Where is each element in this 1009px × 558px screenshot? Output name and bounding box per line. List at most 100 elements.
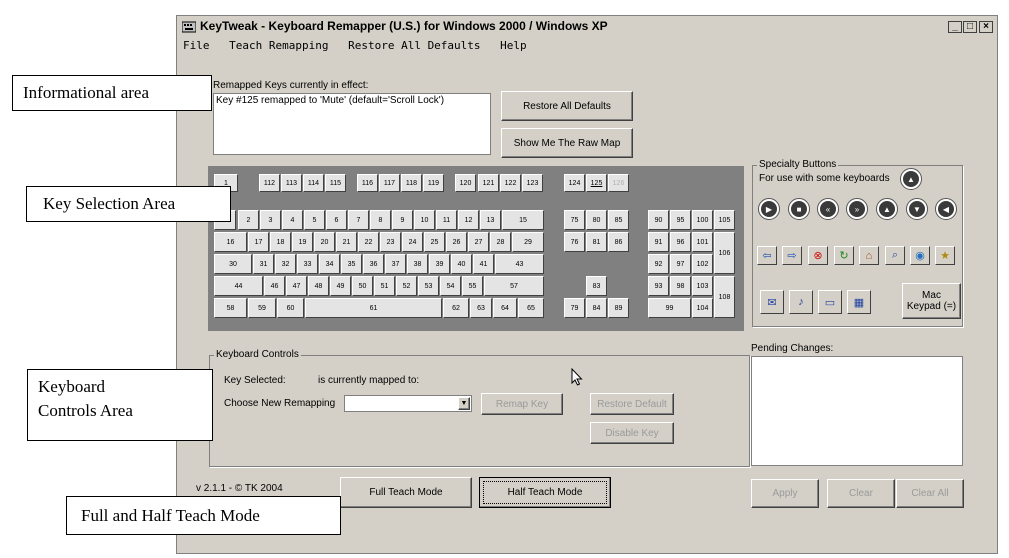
media-icon[interactable]: ♪ [789, 290, 813, 314]
key-35[interactable]: 35 [341, 254, 362, 274]
key-11[interactable]: 11 [436, 210, 457, 230]
key-95[interactable]: 95 [670, 210, 691, 230]
favorites-folder-icon[interactable]: ★ [935, 246, 955, 265]
menu-teach-remapping[interactable]: Teach Remapping [229, 39, 328, 52]
key-114[interactable]: 114 [303, 174, 324, 192]
key-101[interactable]: 101 [692, 232, 713, 252]
key-5[interactable]: 5 [304, 210, 325, 230]
disable-key-button[interactable]: Disable Key [590, 422, 674, 444]
key-99[interactable]: 99 [648, 298, 691, 318]
play-icon[interactable]: ▶ [758, 198, 780, 220]
key-27[interactable]: 27 [468, 232, 489, 252]
key-89[interactable]: 89 [608, 298, 629, 318]
key-37[interactable]: 37 [385, 254, 406, 274]
key-57[interactable]: 57 [484, 276, 544, 296]
browser-back-icon[interactable]: ⇦ [757, 246, 777, 265]
key-105[interactable]: 105 [714, 210, 735, 230]
key-117[interactable]: 117 [379, 174, 400, 192]
mac-keypad-button[interactable]: Mac Keypad (=) [902, 283, 961, 319]
key-21[interactable]: 21 [336, 232, 357, 252]
key-121[interactable]: 121 [478, 174, 499, 192]
key-31[interactable]: 31 [253, 254, 274, 274]
browser-stop-icon[interactable]: ⊗ [808, 246, 828, 265]
remapped-entry[interactable]: Key #125 remapped to 'Mute' (default='Sc… [216, 95, 444, 106]
key-79[interactable]: 79 [564, 298, 585, 318]
key-116[interactable]: 116 [357, 174, 378, 192]
volume-down-icon[interactable]: ▼ [906, 198, 928, 220]
browser-home-icon[interactable]: ⌂ [859, 246, 879, 265]
key-76[interactable]: 76 [564, 232, 585, 252]
key-58[interactable]: 58 [214, 298, 247, 318]
key-113[interactable]: 113 [281, 174, 302, 192]
key-120[interactable]: 120 [455, 174, 476, 192]
key-15[interactable]: 15 [502, 210, 544, 230]
chevron-down-icon[interactable]: ▼ [458, 397, 470, 410]
key-122[interactable]: 122 [500, 174, 521, 192]
half-teach-mode-button[interactable]: Half Teach Mode [479, 477, 611, 508]
key-124[interactable]: 124 [564, 174, 585, 192]
key-112[interactable]: 112 [259, 174, 280, 192]
key-108[interactable]: 108 [714, 276, 735, 318]
key-115[interactable]: 115 [325, 174, 346, 192]
minimize-button[interactable]: _ [948, 21, 962, 33]
key-19[interactable]: 19 [292, 232, 313, 252]
apply-button[interactable]: Apply [751, 479, 819, 508]
key-12[interactable]: 12 [458, 210, 479, 230]
key-40[interactable]: 40 [451, 254, 472, 274]
key-17[interactable]: 17 [248, 232, 269, 252]
next-track-icon[interactable]: » [846, 198, 868, 220]
key-26[interactable]: 26 [446, 232, 467, 252]
key-126[interactable]: 126 [608, 174, 629, 192]
key-84[interactable]: 84 [586, 298, 607, 318]
key-100[interactable]: 100 [692, 210, 713, 230]
key-62[interactable]: 62 [443, 298, 469, 318]
restore-all-defaults-button[interactable]: Restore All Defaults [501, 91, 633, 121]
key-49[interactable]: 49 [330, 276, 351, 296]
key-18[interactable]: 18 [270, 232, 291, 252]
full-teach-mode-button[interactable]: Full Teach Mode [340, 477, 472, 508]
key-8[interactable]: 8 [370, 210, 391, 230]
key-50[interactable]: 50 [352, 276, 373, 296]
restore-default-button[interactable]: Restore Default [590, 393, 674, 415]
mute-icon[interactable]: ◀ [935, 198, 957, 220]
search-icon[interactable]: ⌕ [885, 246, 905, 265]
remap-key-button[interactable]: Remap Key [481, 393, 563, 415]
key-53[interactable]: 53 [418, 276, 439, 296]
key-106[interactable]: 106 [714, 232, 735, 274]
key-83[interactable]: 83 [586, 276, 607, 296]
key-80[interactable]: 80 [586, 210, 607, 230]
menu-restore-all-defaults[interactable]: Restore All Defaults [348, 39, 480, 52]
key-23[interactable]: 23 [380, 232, 401, 252]
web-icon[interactable]: ◉ [910, 246, 930, 265]
my-computer-icon[interactable]: ▭ [818, 290, 842, 314]
key-102[interactable]: 102 [692, 254, 713, 274]
key-60[interactable]: 60 [277, 298, 304, 318]
key-93[interactable]: 93 [648, 276, 669, 296]
key-81[interactable]: 81 [586, 232, 607, 252]
key-4[interactable]: 4 [282, 210, 303, 230]
eject-icon[interactable]: ▲ [900, 168, 922, 190]
key-97[interactable]: 97 [670, 254, 691, 274]
key-38[interactable]: 38 [407, 254, 428, 274]
key-41[interactable]: 41 [473, 254, 494, 274]
key-28[interactable]: 28 [490, 232, 511, 252]
key-29[interactable]: 29 [512, 232, 544, 252]
key-47[interactable]: 47 [286, 276, 307, 296]
mail-icon[interactable]: ✉ [760, 290, 784, 314]
key-20[interactable]: 20 [314, 232, 335, 252]
key-55[interactable]: 55 [462, 276, 483, 296]
key-36[interactable]: 36 [363, 254, 384, 274]
key-123[interactable]: 123 [522, 174, 543, 192]
key-48[interactable]: 48 [308, 276, 329, 296]
key-63[interactable]: 63 [470, 298, 492, 318]
show-raw-map-button[interactable]: Show Me The Raw Map [501, 128, 633, 158]
key-75[interactable]: 75 [564, 210, 585, 230]
key-13[interactable]: 13 [480, 210, 501, 230]
key-43[interactable]: 43 [495, 254, 544, 274]
key-33[interactable]: 33 [297, 254, 318, 274]
new-remapping-select[interactable]: ▼ [344, 395, 472, 412]
key-2[interactable]: 2 [238, 210, 259, 230]
key-61[interactable]: 61 [305, 298, 442, 318]
key-46[interactable]: 46 [264, 276, 285, 296]
key-104[interactable]: 104 [692, 298, 713, 318]
